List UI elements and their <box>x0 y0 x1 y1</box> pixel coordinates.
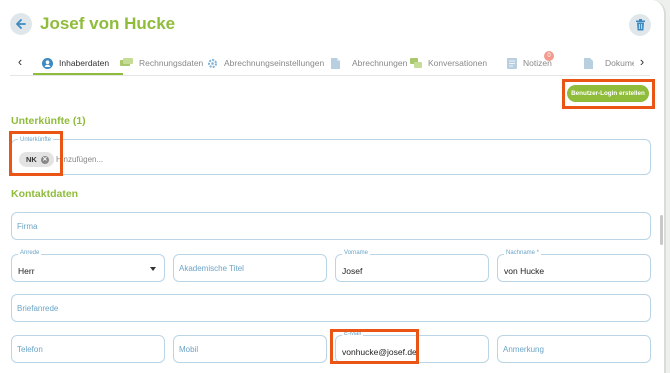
tab-label: Rechnungsdaten <box>139 58 204 68</box>
tab-label: Konversationen <box>428 58 488 68</box>
tab-konversationen[interactable]: Konversationen <box>410 52 487 74</box>
field-label: Vorname <box>342 250 371 256</box>
create-user-login-button[interactable]: Benutzer-Login erstellen <box>567 85 649 102</box>
delete-button[interactable] <box>629 14 651 36</box>
file-icon <box>584 57 593 69</box>
window: Josef von Hucke ‹ Inhaberdaten Rechnungs… <box>0 0 666 373</box>
mobile-field[interactable]: Mobil <box>173 335 327 363</box>
tab-label: Abrechnungen <box>352 58 408 68</box>
tab-label: Inhaberdaten <box>59 58 110 68</box>
tab-scroll-right-button[interactable]: › <box>634 52 650 70</box>
tab-inhaberdaten[interactable]: Inhaberdaten <box>42 52 109 74</box>
arrow-left-icon <box>16 19 26 29</box>
chat-icon <box>410 57 422 68</box>
field-value: von Hucke <box>504 266 545 276</box>
phone-field[interactable]: Telefon <box>11 335 165 363</box>
page-header: Josef von Hucke <box>0 0 666 48</box>
field-label: Firma <box>17 222 38 231</box>
chevron-down-icon <box>150 267 156 271</box>
accommodations-field[interactable]: Unterkünfte NK ✕ Hinzufügen... <box>11 137 651 175</box>
note-icon <box>507 57 517 69</box>
field-label: Akademische Titel <box>179 264 244 273</box>
tab-bar: ‹ Inhaberdaten Rechnungsdaten Abrechnung… <box>10 48 650 76</box>
gear-icon <box>208 58 217 68</box>
contact-icon <box>42 57 53 69</box>
last-name-field[interactable]: Nachname * von Hucke <box>497 250 651 282</box>
field-value: Josef <box>342 266 363 276</box>
field-label: Nachname * <box>504 250 542 256</box>
field-value: Herr <box>18 266 35 276</box>
tab-rechnungsdaten[interactable]: Rechnungsdaten <box>120 52 203 74</box>
field-label: Anrede <box>18 250 42 256</box>
note-field[interactable]: Anmerkung <box>497 335 651 363</box>
academic-title-field[interactable]: Akademische Titel <box>173 254 327 282</box>
document-icon <box>331 57 340 69</box>
first-name-field[interactable]: Vorname Josef <box>335 250 489 282</box>
back-button[interactable] <box>10 13 32 35</box>
letter-salutation-field[interactable]: Briefanrede <box>11 294 651 322</box>
salutation-select[interactable]: Anrede Herr <box>11 250 165 282</box>
tab-abrechnungen[interactable]: Abrechnungen <box>331 52 407 74</box>
active-tab-indicator <box>33 73 123 75</box>
field-label: Briefanrede <box>17 304 59 313</box>
money-icon <box>120 58 133 66</box>
highlight-box <box>330 329 419 364</box>
field-label: Telefon <box>17 345 43 354</box>
field-label: Mobil <box>179 345 199 354</box>
tab-abrechnungseinstellungen[interactable]: Abrechnungseinstellungen <box>207 52 324 74</box>
company-field[interactable]: Firma <box>11 212 651 240</box>
page-title: Josef von Hucke <box>40 14 176 33</box>
notes-count-badge: 0 <box>544 51 554 61</box>
tab-label: Abrechnungseinstellungen <box>224 58 325 68</box>
trash-icon <box>635 19 645 31</box>
scrollbar[interactable] <box>660 215 663 245</box>
accommodations-heading: Unterkünfte (1) <box>11 115 86 127</box>
field-label: Anmerkung <box>503 345 544 354</box>
add-placeholder: Hinzufügen... <box>56 155 104 164</box>
highlight-box <box>9 131 63 176</box>
tab-scroll-left-button[interactable]: ‹ <box>12 52 28 70</box>
contact-heading: Kontaktdaten <box>11 188 79 200</box>
